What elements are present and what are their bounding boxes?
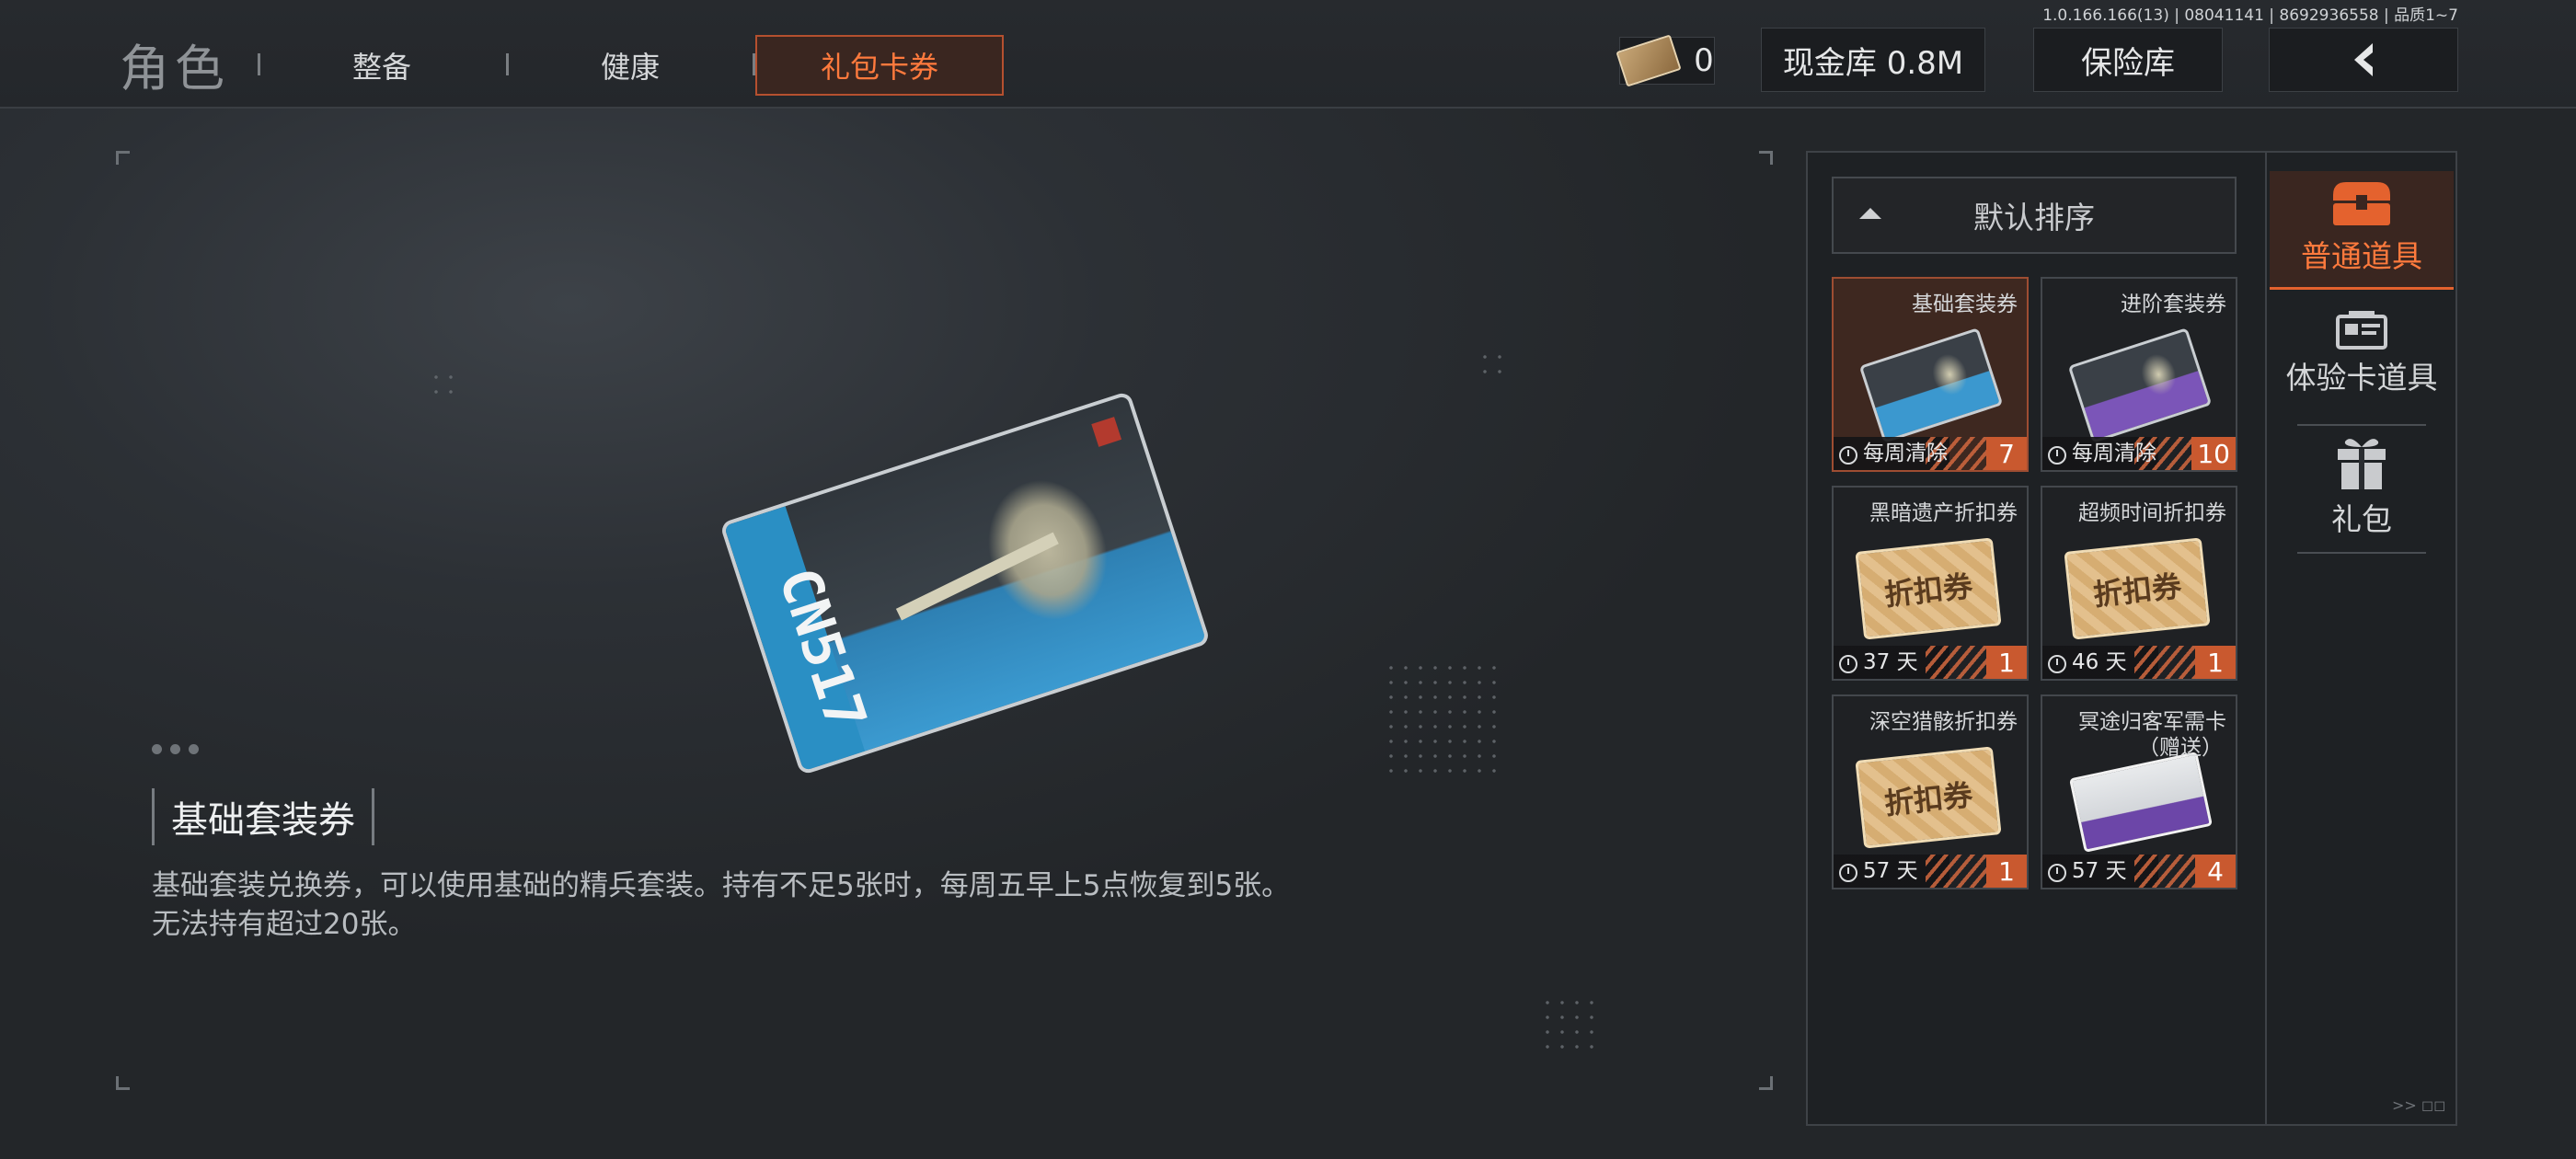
advanced-suit-card-art (2067, 327, 2213, 443)
slot-name: 黑暗遗产折扣券 (1869, 501, 2018, 525)
supply-card-art (2069, 752, 2213, 853)
slot-name: 基础套装券 (1912, 293, 2018, 316)
inventory-slot[interactable]: 折扣券 超频时间折扣券 46 天 1 (2041, 486, 2237, 681)
discount-coupon-art: 折扣券 (1855, 746, 2002, 849)
category-normal-items[interactable]: 普通道具 (2270, 171, 2454, 290)
clock-icon (1839, 655, 1857, 673)
category-trial-card-items[interactable]: 体验卡道具 (2270, 304, 2454, 421)
category-label: 普通道具 (2301, 238, 2422, 274)
slot-expire: 每周清除 (2072, 442, 2156, 465)
inventory-slot[interactable]: 折扣券 深空猎骸折扣券 57 天 1 (1832, 694, 2029, 889)
item-description: 基础套装兑换券，可以使用基础的精兵套装。持有不足5张时，每周五早上5点恢复到5张… (152, 869, 1291, 941)
decor-dots (1384, 660, 1505, 782)
clock-icon (1839, 864, 1857, 882)
slot-count: 1 (2195, 646, 2236, 679)
inventory-slot[interactable]: 进阶套装券 每周清除 10 (2041, 277, 2237, 472)
safe-vault-button[interactable]: 保险库 (2033, 28, 2223, 92)
slot-expire: 57 天 (2072, 859, 2127, 883)
tab-health[interactable]: 健康 (506, 35, 754, 96)
decor-dots (429, 370, 462, 403)
slot-expire: 每周清除 (1863, 442, 1948, 465)
slot-expire: 37 天 (1863, 650, 1918, 674)
cash-vault-button[interactable]: 现金库 0.8M (1761, 28, 1985, 92)
category-label: 体验卡道具 (2285, 360, 2438, 396)
tab-gift-vouchers[interactable]: 礼包卡券 (755, 35, 1004, 96)
frame-corner (116, 1076, 130, 1090)
version-label: 1.0.166.166(13) | 08041141 | 8692936558 … (2042, 6, 2458, 25)
slot-count: 1 (1986, 855, 2027, 888)
clock-icon (2048, 655, 2066, 673)
inventory-slot[interactable]: 基础套装券 每周清除 7 (1832, 277, 2029, 472)
chevron-left-icon (2354, 43, 2373, 76)
decor-dots (1478, 350, 1511, 383)
ticket-count: 0 (1694, 42, 1714, 79)
basic-suit-card-art (1858, 327, 2004, 443)
tab-role[interactable]: 角色 (120, 28, 230, 100)
slot-expire: 57 天 (1863, 859, 1918, 883)
decor-dots (1540, 995, 1595, 1050)
info-dots (152, 744, 199, 754)
category-divider (2297, 552, 2426, 554)
expand-icon[interactable]: >> ◻◻ (2392, 1096, 2445, 1114)
ticket-counter[interactable]: 0 (1616, 34, 1715, 87)
ticket-icon (1616, 34, 1682, 87)
slot-name: 超频时间折扣券 (2078, 501, 2226, 525)
slot-sub-label: （赠送） (2138, 736, 2223, 760)
frame-corner (116, 151, 130, 165)
slot-name: 进阶套装券 (2121, 293, 2226, 316)
sort-dropdown[interactable]: 默认排序 (1832, 177, 2237, 254)
category-divider (2297, 424, 2426, 426)
inventory-slot[interactable]: 折扣券 黑暗遗产折扣券 37 天 1 (1832, 486, 2029, 681)
item-title: 基础套装券 (152, 788, 374, 845)
clock-icon (1839, 446, 1857, 465)
panel-divider (2265, 153, 2267, 1124)
soldier-art (907, 430, 1175, 697)
category-label: 礼包 (2331, 501, 2392, 537)
slot-name: 深空猎骸折扣券 (1869, 710, 2018, 734)
slot-expire: 46 天 (2072, 650, 2127, 674)
slot-count: 10 (2191, 437, 2236, 470)
caret-up-icon (1859, 208, 1881, 219)
tab-equip[interactable]: 整备 (258, 35, 506, 96)
item-preview-card: CN517 (719, 390, 1212, 776)
discount-coupon-art: 折扣券 (1855, 537, 2002, 640)
clock-icon (2048, 446, 2066, 465)
slot-count: 4 (2195, 855, 2236, 888)
slot-count: 1 (1986, 646, 2027, 679)
back-button[interactable] (2269, 28, 2458, 92)
slot-count: 7 (1986, 437, 2027, 470)
treasure-chest-icon (2333, 182, 2390, 225)
frame-corner (1759, 1076, 1773, 1090)
id-card-icon (2336, 311, 2387, 350)
frame-corner (1759, 151, 1773, 165)
category-gift-packs[interactable]: 礼包 (2270, 432, 2454, 550)
sort-label: 默认排序 (1973, 200, 2095, 235)
gift-icon (2338, 439, 2386, 489)
clock-icon (2048, 864, 2066, 882)
discount-coupon-art: 折扣券 (2064, 537, 2211, 640)
inventory-slot[interactable]: 冥途归客军需卡 （赠送） 57 天 4 (2041, 694, 2237, 889)
